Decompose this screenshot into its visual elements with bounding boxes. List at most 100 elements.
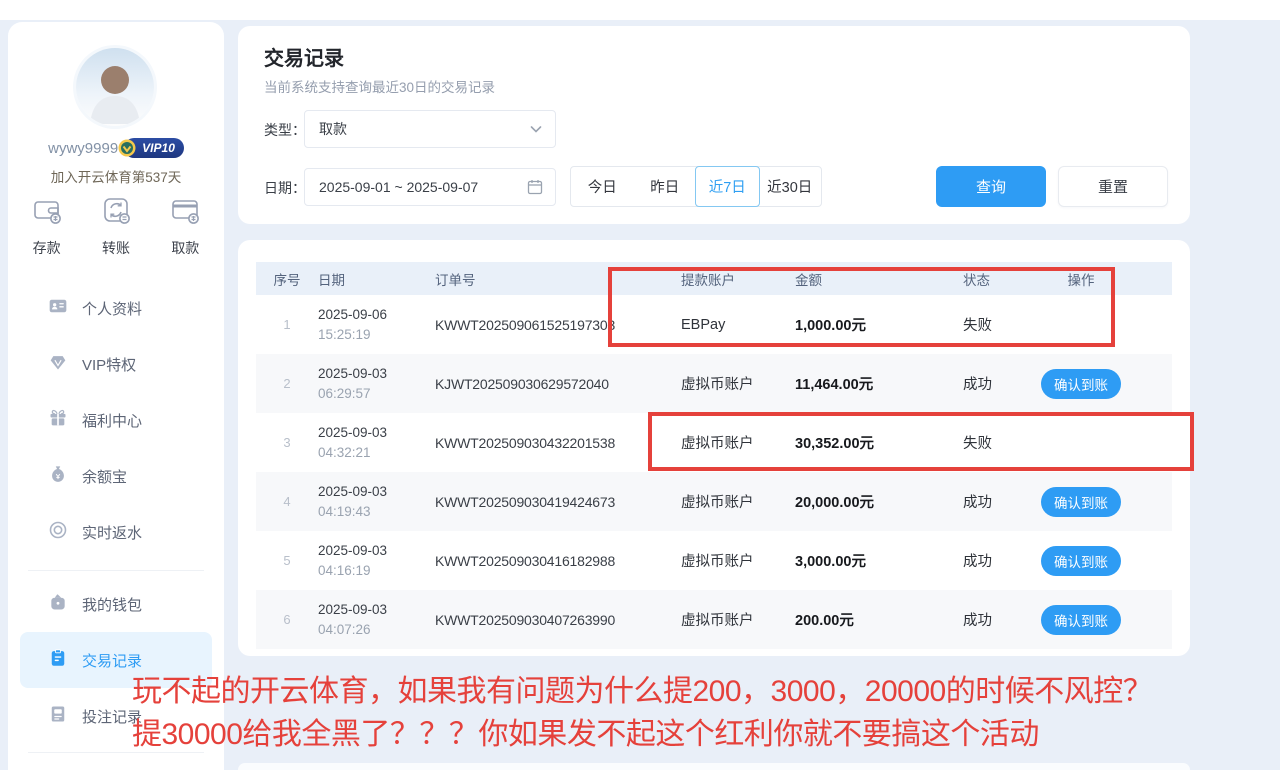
sidebar-item-idcard[interactable]: 个人资料 xyxy=(20,280,212,336)
avatar[interactable] xyxy=(76,48,154,126)
record-icon xyxy=(48,648,68,672)
cell-date: 2025-09-0306:29:57 xyxy=(318,364,435,403)
annotation-box-2 xyxy=(648,412,1194,471)
cell-no: 1 xyxy=(256,317,318,332)
cell-action: 确认到账 xyxy=(1035,487,1172,517)
quick-action-label: 存款 xyxy=(33,238,61,258)
confirm-receipt-button[interactable]: 确认到账 xyxy=(1041,369,1121,399)
table-row: 62025-09-0304:07:26KWWT20250903040726399… xyxy=(256,590,1172,649)
cell-amount: 20,000.00元 xyxy=(795,491,963,512)
range-button[interactable]: 昨日 xyxy=(634,167,697,206)
cell-no: 5 xyxy=(256,553,318,568)
cell-action: 确认到账 xyxy=(1035,546,1172,576)
calendar-icon xyxy=(527,179,543,195)
divider xyxy=(28,570,204,571)
page: wywy9999 VIP10 加入开云体育第537天 存款 转账 取款 个人资料 VI… xyxy=(0,0,1280,770)
range-button[interactable]: 近30日 xyxy=(759,167,822,206)
query-button[interactable]: 查询 xyxy=(936,166,1046,207)
cell-action: 确认到账 xyxy=(1035,369,1172,399)
confirm-receipt-button[interactable]: 确认到账 xyxy=(1041,605,1121,635)
cell-account: 虚拟币账户 xyxy=(681,609,795,630)
date-range-input[interactable]: 2025-09-01 ~ 2025-09-07 xyxy=(304,168,556,206)
quick-action-label: 取款 xyxy=(171,238,199,258)
cell-action: 确认到账 xyxy=(1035,605,1172,635)
cell-status: 成功 xyxy=(963,373,1035,394)
cell-amount: 200.00元 xyxy=(795,609,963,630)
range-button[interactable]: 今日 xyxy=(571,167,634,206)
vip-emblem-icon xyxy=(118,139,136,157)
cell-status: 成功 xyxy=(963,550,1035,571)
confirm-receipt-button[interactable]: 确认到账 xyxy=(1041,546,1121,576)
vip-badge: VIP10 xyxy=(124,138,184,158)
cell-no: 6 xyxy=(256,612,318,627)
sidebar-item-moneybag[interactable]: 余额宝 xyxy=(20,448,212,504)
date-range-value: 2025-09-01 ~ 2025-09-07 xyxy=(319,179,527,195)
sidebar-item-wallet[interactable]: 我的钱包 xyxy=(20,576,212,632)
quick-actions: 存款 转账 取款 xyxy=(12,194,220,258)
quick-action-transfer[interactable]: 转账 xyxy=(81,194,150,258)
betlog-icon xyxy=(48,704,68,728)
idcard-icon xyxy=(48,296,68,320)
transfer-icon xyxy=(100,194,132,231)
cell-date: 2025-09-0304:07:26 xyxy=(318,600,435,639)
date-label: 日期： xyxy=(264,178,306,198)
annotation-text-1: 玩不起的开云体育，如果我有问题为什么提200，3000，20000的时候不风控？ xyxy=(132,666,1152,710)
annotation-text-2: 提30000给我全黑了？？？你如果发不起这个红利你就不要搞这个活动 xyxy=(132,709,1039,753)
quick-action-deposit[interactable]: 存款 xyxy=(12,194,81,258)
type-label: 类型： xyxy=(264,120,306,140)
sidebar-item-diamond[interactable]: VIP特权 xyxy=(20,336,212,392)
cell-date: 2025-09-0304:32:21 xyxy=(318,423,435,462)
filter-card: 交易记录 当前系统支持查询最近30日的交易记录 类型： 取款 日期： 2025-… xyxy=(238,26,1190,224)
column-header: 日期 xyxy=(318,269,435,289)
withdraw-icon xyxy=(169,194,201,231)
table-row: 52025-09-0304:16:19KWWT20250903041618298… xyxy=(256,531,1172,590)
cell-date: 2025-09-0304:19:43 xyxy=(318,482,435,521)
cell-amount: 3,000.00元 xyxy=(795,550,963,571)
gift-icon xyxy=(48,408,68,432)
range-button[interactable]: 近7日 xyxy=(695,166,760,207)
sidebar-item-label: 个人资料 xyxy=(82,298,142,319)
sidebar-nav-top: 个人资料 VIP特权福利中心余额宝实时返水 xyxy=(8,280,224,560)
table-row: 22025-09-0306:29:57KJWT20250903062957204… xyxy=(256,354,1172,413)
type-select[interactable]: 取款 xyxy=(304,110,556,148)
sidebar-item-label: 余额宝 xyxy=(82,466,127,487)
diamond-icon xyxy=(48,352,68,376)
cell-no: 3 xyxy=(256,435,318,450)
cell-status: 成功 xyxy=(963,609,1035,630)
cell-account: 虚拟币账户 xyxy=(681,491,795,512)
join-days-text: 加入开云体育第537天 xyxy=(8,166,224,186)
column-header: 序号 xyxy=(256,269,318,289)
cell-status: 成功 xyxy=(963,491,1035,512)
page-title: 交易记录 xyxy=(264,42,344,71)
type-select-value: 取款 xyxy=(319,119,529,139)
sidebar-item-rebate[interactable]: 实时返水 xyxy=(20,504,212,560)
reset-button[interactable]: 重置 xyxy=(1058,166,1168,207)
sidebar: wywy9999 VIP10 加入开云体育第537天 存款 转账 取款 个人资料 VI… xyxy=(8,22,224,770)
cell-order: KWWT202509030416182988 xyxy=(435,553,681,569)
username: wywy9999 xyxy=(48,140,118,157)
table-row: 42025-09-0304:19:43KWWT20250903041942467… xyxy=(256,472,1172,531)
avatar-silhouette-icon xyxy=(86,58,144,124)
sidebar-item-gift[interactable]: 福利中心 xyxy=(20,392,212,448)
cell-no: 2 xyxy=(256,376,318,391)
vip-badge-label: VIP10 xyxy=(142,141,175,155)
cell-no: 4 xyxy=(256,494,318,509)
quick-action-withdraw[interactable]: 取款 xyxy=(151,194,220,258)
cell-account: 虚拟币账户 xyxy=(681,550,795,571)
date-quick-range-group: 今日昨日近7日近30日 xyxy=(570,166,822,207)
rebate-icon xyxy=(48,520,68,544)
cell-account: 虚拟币账户 xyxy=(681,373,795,394)
cell-order: KWWT202509030407263990 xyxy=(435,612,681,628)
annotation-box-1 xyxy=(608,267,1115,347)
cell-date: 2025-09-0615:25:19 xyxy=(318,305,435,344)
quick-action-label: 转账 xyxy=(102,238,130,258)
chevron-down-icon xyxy=(529,122,543,136)
page-subtitle: 当前系统支持查询最近30日的交易记录 xyxy=(264,76,495,96)
cell-order: KJWT202509030629572040 xyxy=(435,376,681,392)
wallet-icon xyxy=(48,592,68,616)
cell-amount: 11,464.00元 xyxy=(795,373,963,394)
confirm-receipt-button[interactable]: 确认到账 xyxy=(1041,487,1121,517)
sidebar-item-label: 实时返水 xyxy=(82,522,142,543)
cell-order: KWWT202509030432201538 xyxy=(435,435,681,451)
deposit-icon xyxy=(31,194,63,231)
